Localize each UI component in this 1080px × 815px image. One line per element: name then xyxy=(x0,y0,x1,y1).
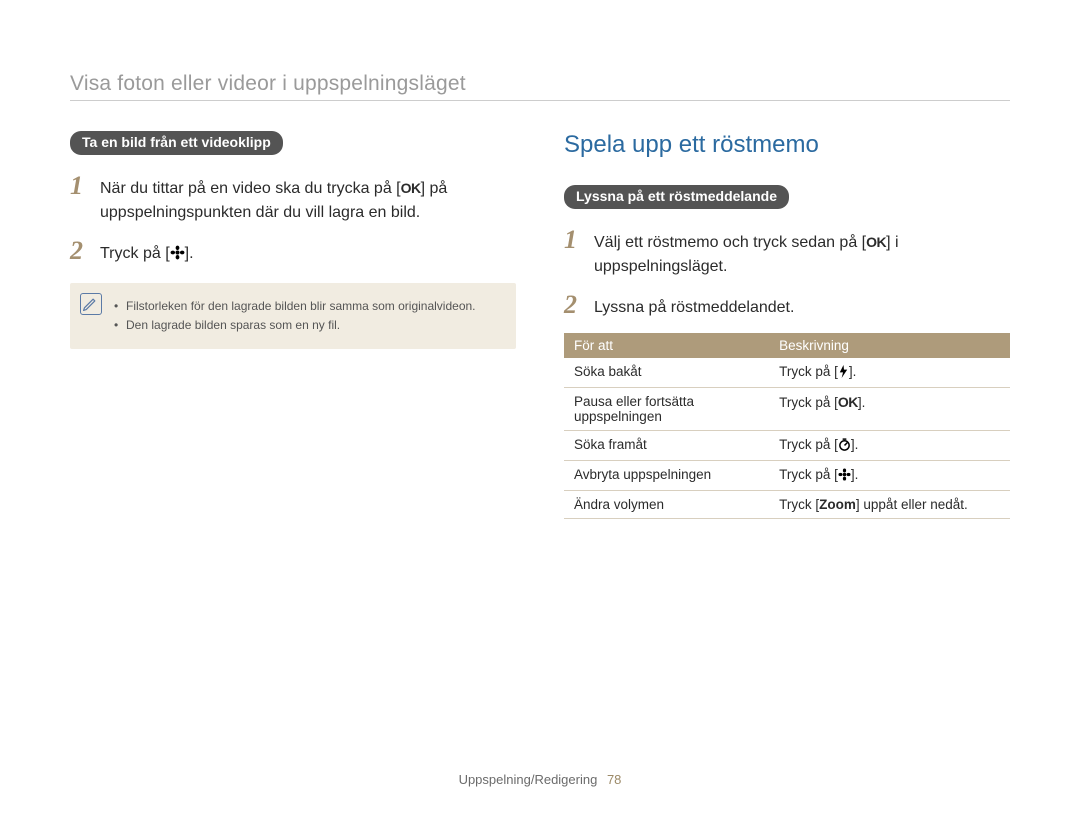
table-cell-action: Avbryta uppspelningen xyxy=(564,460,769,490)
text-fragment: ]. xyxy=(851,467,859,482)
timer-icon xyxy=(838,438,851,454)
text-fragment: Tryck på [ xyxy=(779,467,838,482)
text-fragment: Tryck på [ xyxy=(779,364,838,379)
footer-section: Uppspelning/Redigering xyxy=(459,772,598,787)
text-fragment: Tryck på [ xyxy=(779,437,838,452)
table-cell-action: Söka framåt xyxy=(564,430,769,460)
table-cell-action: Pausa eller fortsätta uppspelningen xyxy=(564,387,769,430)
step-number: 1 xyxy=(70,173,88,223)
step-text: Lyssna på röstmeddelandet. xyxy=(594,292,794,319)
flower-icon xyxy=(170,244,185,267)
left-column: Ta en bild från ett videoklipp 1 När du … xyxy=(70,131,516,519)
table-cell-desc: Tryck på []. xyxy=(769,358,1010,388)
text-fragment: Tryck [ xyxy=(779,497,819,512)
ok-icon: OK xyxy=(838,394,858,410)
step-2-left: 2 Tryck på []. xyxy=(70,238,516,267)
table-cell-desc: Tryck på [OK]. xyxy=(769,387,1010,430)
step-text: Välj ett röstmemo och tryck sedan på [OK… xyxy=(594,227,1010,277)
text-fragment: ]. xyxy=(858,395,866,410)
note-box: Filstorleken för den lagrade bilden blir… xyxy=(70,283,516,349)
step-number: 2 xyxy=(564,292,582,319)
zoom-label: Zoom xyxy=(819,497,856,512)
table-cell-action: Söka bakåt xyxy=(564,358,769,388)
table-header: Beskrivning xyxy=(769,333,1010,358)
step-text: Tryck på []. xyxy=(100,238,194,267)
note-list: Filstorleken för den lagrade bilden blir… xyxy=(114,297,500,335)
table-row: Avbryta uppspelningen Tryck på []. xyxy=(564,460,1010,490)
subsection-pill-right: Lyssna på ett röstmeddelande xyxy=(564,185,789,209)
title-rule xyxy=(70,100,1010,101)
table-cell-desc: Tryck på []. xyxy=(769,460,1010,490)
subsection-pill-left: Ta en bild från ett videoklipp xyxy=(70,131,283,155)
text-fragment: Tryck på [ xyxy=(779,395,838,410)
step-2-right: 2 Lyssna på röstmeddelandet. xyxy=(564,292,1010,319)
table-header: För att xyxy=(564,333,769,358)
text-fragment: Tryck på [ xyxy=(100,245,170,262)
section-heading: Spela upp ett röstmemo xyxy=(564,131,1010,159)
text-fragment: ]. xyxy=(185,245,194,262)
step-number: 1 xyxy=(564,227,582,277)
note-item: Filstorleken för den lagrade bilden blir… xyxy=(114,297,500,316)
text-fragment: ] uppåt eller nedåt. xyxy=(856,497,968,512)
step-1-right: 1 Välj ett röstmemo och tryck sedan på [… xyxy=(564,227,1010,277)
table-cell-desc: Tryck [Zoom] uppåt eller nedåt. xyxy=(769,490,1010,518)
text-fragment: Välj ett röstmemo och tryck sedan på [ xyxy=(594,234,866,251)
table-row: Pausa eller fortsätta uppspelningen Tryc… xyxy=(564,387,1010,430)
controls-table: För att Beskrivning Söka bakåt Tryck på … xyxy=(564,333,1010,519)
table-cell-desc: Tryck på []. xyxy=(769,430,1010,460)
note-icon xyxy=(80,293,102,315)
content-columns: Ta en bild från ett videoklipp 1 När du … xyxy=(70,131,1010,519)
table-row: Söka bakåt Tryck på []. xyxy=(564,358,1010,388)
flower-icon xyxy=(838,468,851,484)
footer-page-number: 78 xyxy=(607,772,621,787)
table-row: Söka framåt Tryck på []. xyxy=(564,430,1010,460)
table-cell-action: Ändra volymen xyxy=(564,490,769,518)
table-header-row: För att Beskrivning xyxy=(564,333,1010,358)
manual-page: Visa foton eller videor i uppspelningslä… xyxy=(0,0,1080,815)
note-item: Den lagrade bilden sparas som en ny fil. xyxy=(114,316,500,335)
text-fragment: ]. xyxy=(849,364,857,379)
table-row: Ändra volymen Tryck [Zoom] uppåt eller n… xyxy=(564,490,1010,518)
step-1-left: 1 När du tittar på en video ska du tryck… xyxy=(70,173,516,223)
flash-icon xyxy=(838,365,849,381)
ok-icon: OK xyxy=(866,232,886,252)
page-footer: Uppspelning/Redigering 78 xyxy=(0,772,1080,787)
text-fragment: ]. xyxy=(851,437,859,452)
step-number: 2 xyxy=(70,238,88,267)
text-fragment: När du tittar på en video ska du trycka … xyxy=(100,180,401,197)
page-title: Visa foton eller videor i uppspelningslä… xyxy=(70,72,1010,96)
step-text: När du tittar på en video ska du trycka … xyxy=(100,173,516,223)
ok-icon: OK xyxy=(401,178,421,198)
right-column: Spela upp ett röstmemo Lyssna på ett rös… xyxy=(564,131,1010,519)
